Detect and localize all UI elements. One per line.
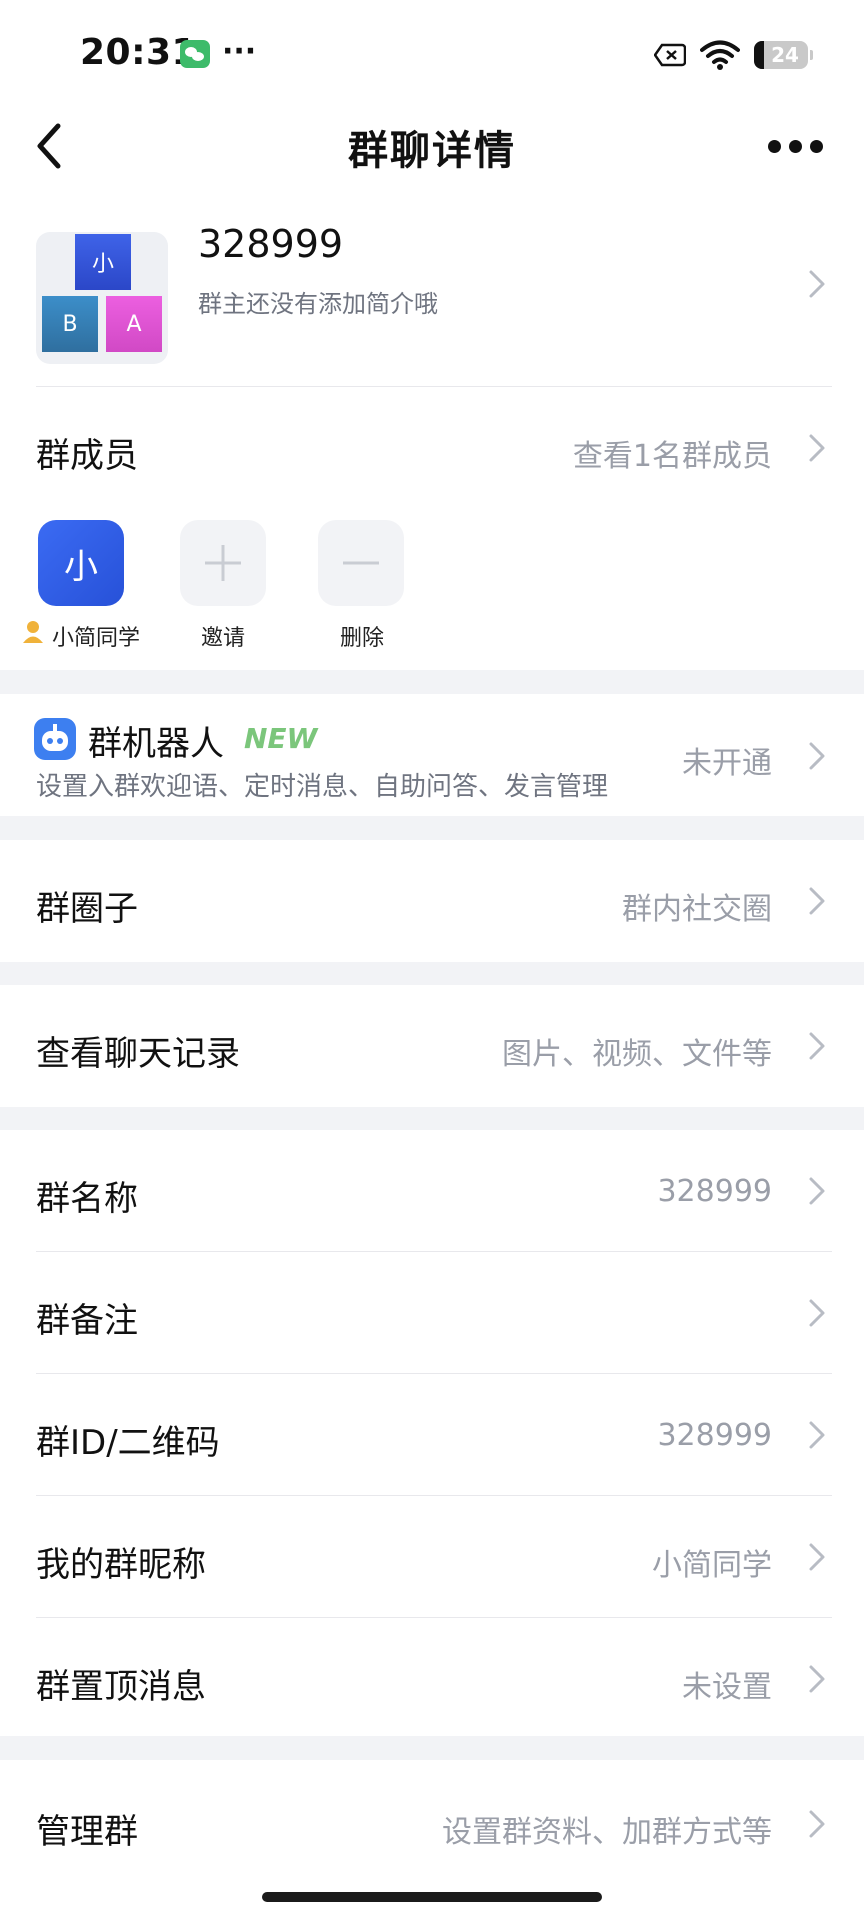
circle-label: 群圈子 (36, 889, 138, 929)
home-indicator[interactable] (262, 1892, 602, 1902)
history-value: 图片、视频、文件等 (502, 1037, 772, 1072)
chevron-right-icon[interactable] (808, 269, 826, 299)
more-options-button[interactable] (768, 132, 824, 160)
invite-member-button[interactable] (180, 520, 266, 606)
chevron-right-icon[interactable] (808, 741, 826, 771)
chevron-right-icon[interactable] (808, 1031, 826, 1061)
battery-indicator: 24 (754, 41, 813, 69)
group-name[interactable]: 328999 (198, 222, 343, 266)
dot-icon (789, 139, 802, 153)
chevron-right-icon[interactable] (808, 1420, 826, 1450)
page-title: 群聊详情 (348, 128, 516, 174)
divider (36, 1373, 832, 1374)
group-name-setting-label[interactable]: 群名称 (36, 1171, 138, 1220)
divider (36, 1617, 832, 1618)
chevron-right-icon[interactable] (808, 1542, 826, 1572)
pinned-message-setting-value: 未设置 (682, 1670, 772, 1705)
manage-group-value: 设置群资料、加群方式等 (442, 1815, 772, 1850)
owner-person-icon (23, 621, 43, 643)
group-description[interactable]: 群主还没有添加简介哦 (198, 284, 438, 319)
member-name: 小简同学 (52, 626, 141, 651)
divider (36, 1495, 832, 1496)
history-label: 查看聊天记录 (36, 1034, 240, 1074)
status-more-dots: ··· (222, 34, 257, 69)
avatar-tile: A (106, 296, 162, 352)
view-members-link[interactable]: 查看1名群成员 (573, 431, 772, 475)
group-id-setting-label[interactable]: 群ID/二维码 (36, 1415, 220, 1464)
group-name-setting-value: 328999 (657, 1174, 772, 1209)
remove-member-button[interactable] (318, 520, 404, 606)
members-label: 群成员 (36, 436, 138, 476)
member-avatar[interactable]: 小 (38, 520, 124, 606)
divider (36, 386, 832, 387)
bot-description: 设置入群欢迎语、定时消息、自助问答、发言管理 (36, 772, 609, 802)
wifi-icon (700, 40, 740, 70)
pinned-message-setting-label[interactable]: 群置顶消息 (36, 1659, 206, 1708)
avatar-tile: B (42, 296, 98, 352)
wechat-icon (180, 40, 210, 68)
bot-title: 群机器人 (88, 724, 224, 764)
group-avatar[interactable]: 小 B A (36, 232, 168, 364)
no-signal-icon (654, 43, 686, 67)
chevron-right-icon[interactable] (808, 1809, 826, 1839)
my-nickname-setting-value: 小简同学 (652, 1548, 772, 1583)
battery-level: 24 (771, 43, 799, 67)
circle-value: 群内社交圈 (622, 892, 772, 927)
chevron-right-icon[interactable] (808, 1664, 826, 1694)
invite-label: 邀请 (201, 626, 246, 651)
chevron-right-icon[interactable] (808, 1298, 826, 1328)
minus-icon (343, 561, 379, 565)
divider (36, 1251, 832, 1252)
status-bar: 20:31 ··· 24 (0, 0, 864, 110)
new-badge: NEW (244, 722, 318, 755)
chevron-right-icon[interactable] (808, 1176, 826, 1206)
chevron-right-icon[interactable] (808, 886, 826, 916)
dot-icon (768, 139, 781, 153)
avatar-tile: 小 (75, 234, 131, 290)
my-nickname-setting-label[interactable]: 我的群昵称 (36, 1537, 206, 1586)
chevron-right-icon[interactable] (808, 433, 826, 463)
group-remark-setting-label[interactable]: 群备注 (36, 1293, 138, 1342)
bot-status: 未开通 (682, 746, 772, 781)
robot-icon (34, 718, 76, 760)
group-id-setting-value: 328999 (657, 1418, 772, 1453)
remove-label: 删除 (340, 626, 385, 651)
dot-icon (810, 139, 823, 153)
manage-group-label: 管理群 (36, 1812, 138, 1852)
plus-icon (205, 545, 241, 581)
